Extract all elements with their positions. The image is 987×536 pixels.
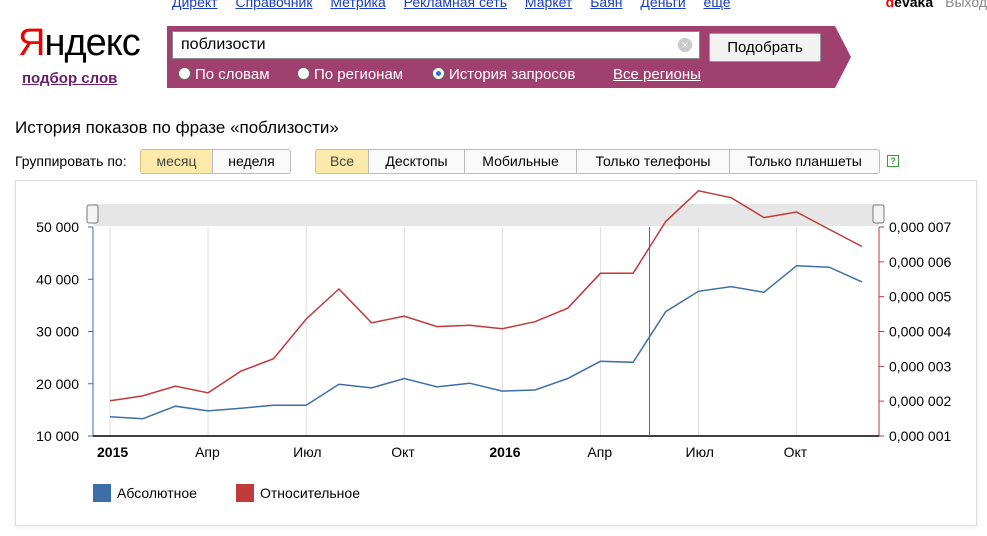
right-tick-label: 0,000 006 bbox=[889, 254, 951, 270]
x-tick-label: Окт bbox=[784, 444, 808, 460]
left-tick-label: 20 000 bbox=[36, 376, 79, 392]
navigator-bar[interactable] bbox=[93, 204, 879, 226]
x-tick-label: Окт bbox=[391, 444, 415, 460]
x-tick-label: Июл bbox=[293, 444, 321, 460]
left-tick-label: 10 000 bbox=[36, 428, 79, 444]
left-tick-label: 50 000 bbox=[36, 219, 79, 235]
legend-label: Относительное bbox=[260, 485, 360, 501]
right-tick-label: 0,000 005 bbox=[889, 289, 951, 305]
series-line-left bbox=[109, 264, 863, 420]
x-tick-label: 2015 bbox=[97, 444, 128, 460]
right-tick-label: 0,000 007 bbox=[889, 219, 951, 235]
range-handle-left[interactable] bbox=[86, 204, 99, 224]
series bbox=[109, 189, 863, 436]
axes bbox=[88, 226, 884, 437]
right-tick-label: 0,000 001 bbox=[889, 428, 951, 444]
legend[interactable]: Абсолютное Относительное bbox=[93, 484, 360, 502]
history-chart: 10 000 20 000 30 000 40 000 50 000 0,000 001 0… bbox=[36, 189, 951, 502]
legend-swatch bbox=[93, 484, 111, 502]
legend-label: Абсолютное bbox=[117, 485, 197, 501]
right-tick-label: 0,000 002 bbox=[889, 393, 951, 409]
x-tick-label: 2016 bbox=[489, 444, 520, 460]
gridlines bbox=[109, 227, 798, 436]
right-tick-label: 0,000 003 bbox=[889, 358, 951, 374]
range-handle-right[interactable] bbox=[872, 204, 885, 224]
right-tick-label: 0,000 004 bbox=[889, 324, 951, 340]
x-tick-label: Апр bbox=[195, 444, 220, 460]
x-tick-label: Апр bbox=[587, 444, 612, 460]
left-tick-label: 40 000 bbox=[36, 271, 79, 287]
legend-swatch bbox=[236, 484, 254, 502]
left-tick-label: 30 000 bbox=[36, 324, 79, 340]
x-tick-label: Июл bbox=[686, 444, 714, 460]
tick-labels: 10 000 20 000 30 000 40 000 50 000 0,000 001 0… bbox=[36, 219, 951, 460]
